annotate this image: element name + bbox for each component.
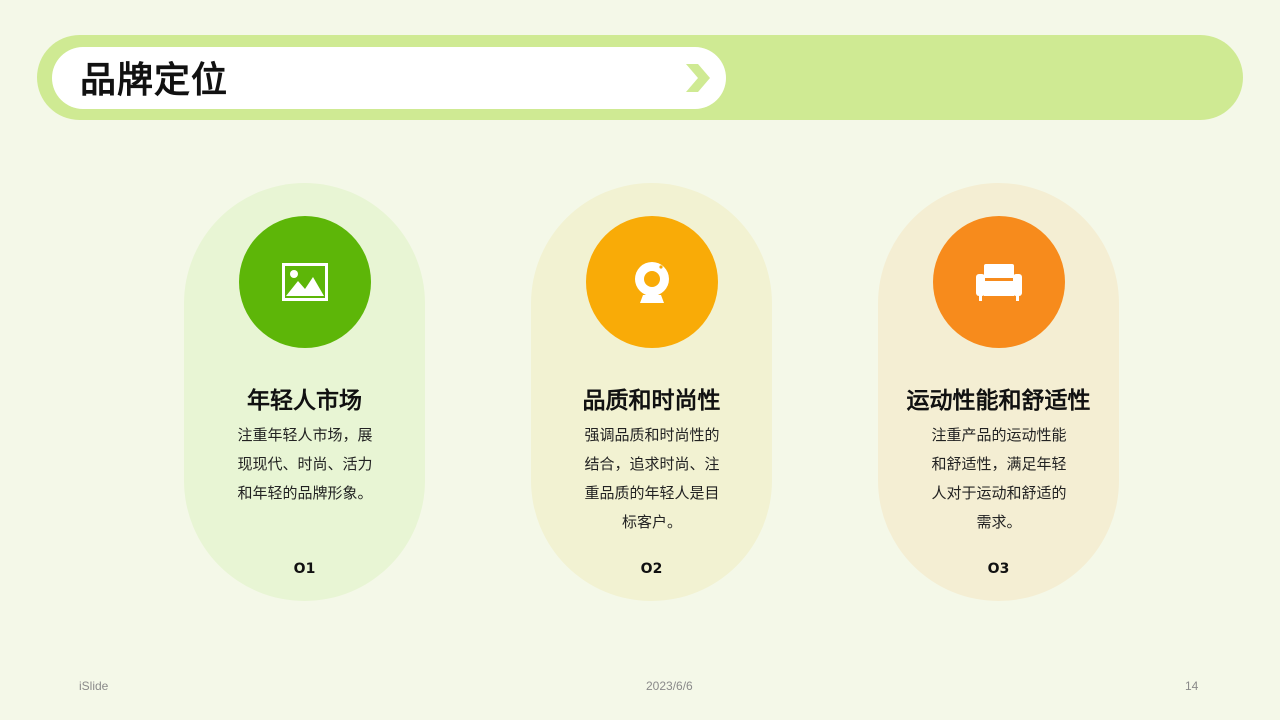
card-quality-fashion: 品质和时尚性 强调品质和时尚性的结合，追求时尚、注重品质的年轻人是目标客户。 O… xyxy=(531,183,772,601)
card-young-market: 年轻人市场 注重年轻人市场，展现现代、时尚、活力和年轻的品牌形象。 O1 xyxy=(184,183,425,601)
card-number: O1 xyxy=(293,561,316,577)
card-title: 运动性能和舒适性 xyxy=(906,388,1091,414)
footer-page-number: 14 xyxy=(1185,679,1199,693)
card-title: 年轻人市场 xyxy=(247,388,362,414)
sofa-icon xyxy=(976,264,1022,301)
card-number: O3 xyxy=(987,561,1010,577)
webcam-icon xyxy=(635,262,669,303)
page-title: 品牌定位 xyxy=(80,60,229,101)
footer-date: 2023/6/6 xyxy=(646,679,693,693)
card-icon-circle xyxy=(239,216,371,348)
image-icon xyxy=(282,263,328,301)
card-number: O2 xyxy=(640,561,663,577)
card-description: 注重产品的运动性能和舒适性，满足年轻人对于运动和舒适的需求。 xyxy=(931,426,1067,531)
card-icon-circle xyxy=(586,216,718,348)
chevron-right-icon xyxy=(686,64,710,92)
card-description: 强调品质和时尚性的结合，追求时尚、注重品质的年轻人是目标客户。 xyxy=(584,426,720,531)
card-icon-circle xyxy=(933,216,1065,348)
footer-brand: iSlide xyxy=(79,679,109,693)
card-sport-comfort: 运动性能和舒适性 注重产品的运动性能和舒适性，满足年轻人对于运动和舒适的需求。 … xyxy=(878,183,1119,601)
slide: 品牌定位 年轻人市场 注重年轻人市场，展现现代、时尚、活力和年轻的品牌形象。 O… xyxy=(0,0,1280,720)
card-description: 注重年轻人市场，展现现代、时尚、活力和年轻的品牌形象。 xyxy=(237,426,373,502)
card-title: 品质和时尚性 xyxy=(582,388,721,414)
